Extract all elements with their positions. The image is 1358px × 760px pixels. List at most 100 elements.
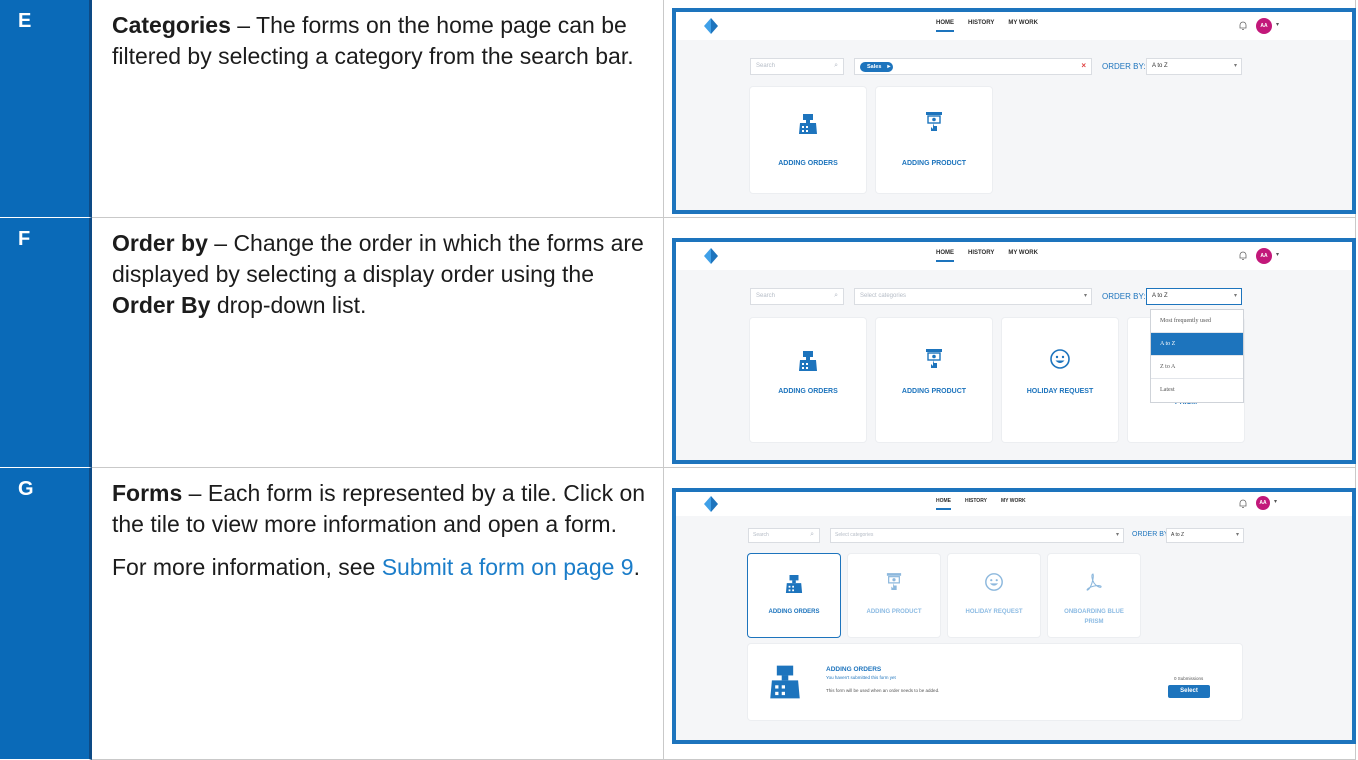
order-option-a-to-z[interactable]: A to Z	[1151, 333, 1243, 356]
row-letter-g: G	[0, 468, 92, 760]
nav-my-work[interactable]: MY WORK	[1008, 20, 1038, 26]
user-menu-caret[interactable]: ▾	[1274, 498, 1277, 505]
term-order-by-inline: Order By	[112, 292, 211, 318]
detail-title: ADDING ORDERS	[826, 666, 882, 673]
chevron-down-icon: ▾	[1235, 532, 1239, 538]
order-by-select[interactable]: A to Z ▾	[1146, 58, 1242, 75]
form-tile-holiday-request[interactable]: HOLIDAY REQUEST	[1002, 318, 1118, 442]
app-header: HOME HISTORY MY WORK AA ▾	[676, 242, 1352, 270]
form-tile-adding-orders[interactable]: ADDING ORDERS	[750, 318, 866, 442]
term-order-by: Order by	[112, 230, 208, 256]
user-avatar[interactable]: AA	[1256, 496, 1270, 510]
order-by-select[interactable]: A to Z ▾	[1166, 528, 1244, 543]
order-by-label: ORDER BY:	[1102, 62, 1146, 71]
category-filter[interactable]: Select categories ▾	[854, 288, 1092, 305]
row-letter-e: E	[0, 0, 92, 218]
chevron-down-icon: ▾	[1233, 63, 1237, 69]
row-description-e: Categories – The forms on the home page …	[92, 0, 664, 218]
order-option-most-used[interactable]: Most frequently used	[1151, 310, 1243, 333]
nav-history[interactable]: HISTORY	[965, 498, 987, 504]
search-input[interactable]: Search ⌕	[750, 58, 844, 75]
nav-home[interactable]: HOME	[936, 498, 951, 510]
nav-my-work[interactable]: MY WORK	[1008, 250, 1038, 256]
order-by-label: ORDER BY:	[1102, 292, 1146, 301]
app-screenshot-categories: HOME HISTORY MY WORK AA ▾ Search ⌕ Sales …	[672, 8, 1356, 214]
table-row-g: G Forms – Each form is represented by a …	[0, 468, 1356, 760]
description-paragraph-2: For more information, see Submit a form …	[112, 552, 649, 583]
search-icon: ⌕	[810, 531, 814, 538]
smiley-icon	[985, 573, 1003, 591]
submission-count: 0 Submissions	[1174, 676, 1204, 681]
description-paragraph: Order by – Change the order in which the…	[112, 228, 649, 321]
smiley-icon	[1050, 349, 1070, 369]
tile-label: ADDING ORDERS	[768, 609, 820, 615]
tile-label: ADDING ORDERS	[778, 388, 838, 395]
description-paragraph: Forms – Each form is represented by a ti…	[112, 478, 649, 540]
search-placeholder: Search	[753, 532, 769, 538]
screenshot-cell-g: HOME HISTORY MY WORK AA ▾ Search ⌕ Select…	[664, 468, 1356, 760]
user-menu-caret[interactable]: ▾	[1276, 21, 1279, 28]
document-page: E Categories – The forms on the home pag…	[0, 0, 1358, 760]
see-also-end: .	[633, 554, 640, 580]
category-filter[interactable]: Sales ×	[854, 58, 1092, 75]
order-by-value: A to Z	[1171, 532, 1185, 538]
form-tile-adding-product[interactable]: ADDING PRODUCT	[876, 87, 992, 193]
tile-label-line2: PRISM	[1084, 619, 1104, 625]
category-placeholder: Select categories	[835, 532, 874, 538]
select-button[interactable]: Select	[1168, 685, 1210, 698]
order-by-select[interactable]: A to Z ▾	[1146, 288, 1242, 305]
description-text-end: drop-down list.	[210, 292, 367, 318]
nav-home[interactable]: HOME	[936, 20, 954, 32]
app-logo-icon	[704, 18, 718, 34]
bell-icon[interactable]	[1238, 250, 1248, 261]
user-avatar[interactable]: AA	[1256, 18, 1272, 34]
search-input[interactable]: Search ⌕	[748, 528, 820, 543]
app-screenshot-forms: HOME HISTORY MY WORK AA ▾ Search ⌕ Select…	[672, 488, 1356, 744]
app-header: HOME HISTORY MY WORK AA ▾	[676, 492, 1352, 516]
order-option-z-to-a[interactable]: Z to A	[1151, 356, 1243, 379]
row-description-f: Order by – Change the order in which the…	[92, 218, 664, 468]
tile-label: HOLIDAY REQUEST	[965, 609, 1023, 615]
form-tile-adding-product[interactable]: ADDING PRODUCT	[876, 318, 992, 442]
form-tile-onboarding-blue-prism[interactable]: ONBOARDING BLUE PRISM	[1048, 554, 1140, 637]
form-detail-panel: ADDING ORDERS You haven't submitted this…	[748, 644, 1242, 720]
app-logo-icon	[704, 496, 718, 512]
order-by-label: ORDER BY:	[1132, 531, 1171, 538]
chevron-down-icon: ▾	[1083, 293, 1087, 299]
category-filter[interactable]: Select categories ▾	[830, 528, 1124, 543]
bell-icon[interactable]	[1238, 20, 1248, 31]
search-input[interactable]: Search ⌕	[750, 288, 844, 305]
order-by-value: A to Z	[1152, 63, 1168, 69]
app-screenshot-order-by: HOME HISTORY MY WORK AA ▾ Search ⌕ Select…	[672, 238, 1356, 464]
form-tile-adding-orders[interactable]: ADDING ORDERS	[750, 87, 866, 193]
nav-home[interactable]: HOME	[936, 250, 954, 262]
submit-form-link[interactable]: Submit a form on page 9	[382, 554, 634, 580]
chevron-down-icon: ▾	[1115, 532, 1119, 538]
app-logo-icon	[704, 248, 718, 264]
tile-label: ADDING PRODUCT	[866, 609, 922, 615]
form-tile-adding-product[interactable]: ADDING PRODUCT	[848, 554, 940, 637]
clear-icon[interactable]: ×	[1081, 61, 1086, 70]
nav-my-work[interactable]: MY WORK	[1001, 498, 1026, 504]
screenshot-cell-e: HOME HISTORY MY WORK AA ▾ Search ⌕ Sales …	[664, 0, 1356, 218]
category-chip[interactable]: Sales	[860, 62, 894, 72]
form-tile-adding-orders[interactable]: ADDING ORDERS	[748, 554, 840, 637]
tile-label: HOLIDAY REQUEST	[1026, 388, 1094, 395]
nav-history[interactable]: HISTORY	[968, 20, 994, 26]
main-nav: HOME HISTORY MY WORK	[936, 20, 1038, 32]
user-menu-caret[interactable]: ▾	[1276, 251, 1279, 258]
nav-history[interactable]: HISTORY	[968, 250, 994, 256]
user-avatar[interactable]: AA	[1256, 248, 1272, 264]
bell-icon[interactable]	[1238, 498, 1248, 509]
form-tile-holiday-request[interactable]: HOLIDAY REQUEST	[948, 554, 1040, 637]
product-scanner-icon	[926, 112, 942, 131]
product-scanner-icon	[886, 573, 902, 590]
order-option-latest[interactable]: Latest	[1151, 379, 1243, 402]
cash-register-icon	[785, 575, 803, 593]
detail-status: You haven't submitted this form yet	[826, 675, 896, 680]
order-by-value: A to Z	[1152, 293, 1168, 299]
tile-label: ADDING PRODUCT	[901, 388, 967, 395]
detail-description: This form will be used when an order nee…	[826, 688, 940, 693]
search-icon: ⌕	[834, 292, 838, 299]
search-placeholder: Search	[756, 293, 776, 299]
